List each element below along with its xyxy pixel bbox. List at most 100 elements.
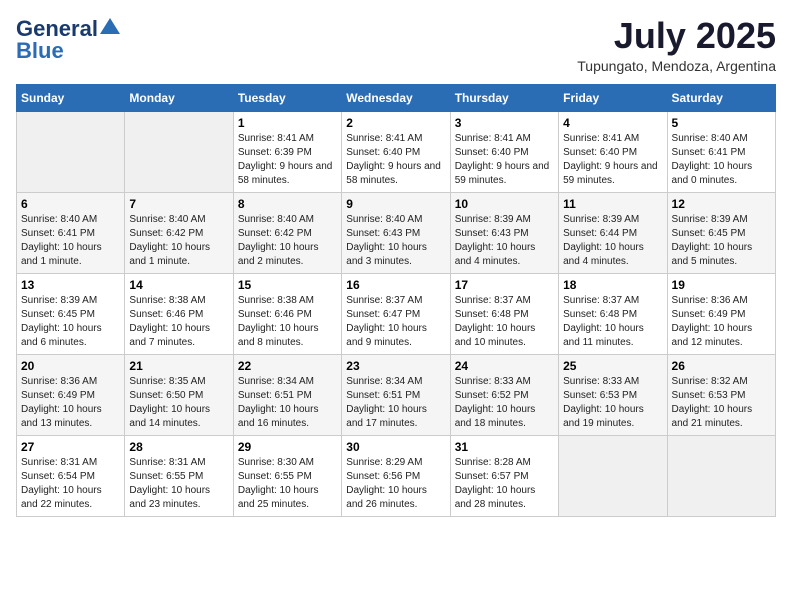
calendar-week-row: 20 Sunrise: 8:36 AMSunset: 6:49 PMDayligh… bbox=[17, 354, 776, 435]
day-number: 27 bbox=[21, 440, 120, 454]
day-info: Sunrise: 8:39 AMSunset: 6:44 PMDaylight:… bbox=[563, 213, 662, 269]
day-number: 10 bbox=[455, 197, 554, 211]
calendar-cell: 12 Sunrise: 8:39 AMSunset: 6:45 PMDayligh… bbox=[667, 192, 775, 273]
day-number: 14 bbox=[129, 278, 228, 292]
calendar-cell: 7 Sunrise: 8:40 AMSunset: 6:42 PMDaylight… bbox=[125, 192, 233, 273]
calendar-cell: 30 Sunrise: 8:29 AMSunset: 6:56 PMDayligh… bbox=[342, 435, 450, 516]
day-number: 9 bbox=[346, 197, 445, 211]
calendar-cell: 24 Sunrise: 8:33 AMSunset: 6:52 PMDayligh… bbox=[450, 354, 558, 435]
logo-blue: Blue bbox=[16, 38, 64, 64]
day-info: Sunrise: 8:31 AMSunset: 6:54 PMDaylight:… bbox=[21, 456, 120, 512]
day-number: 15 bbox=[238, 278, 337, 292]
day-number: 1 bbox=[238, 116, 337, 130]
calendar-cell: 8Sunrise: 8:40 AMSunset: 6:42 PMDaylight… bbox=[233, 192, 341, 273]
calendar-week-row: 13 Sunrise: 8:39 AMSunset: 6:45 PMDayligh… bbox=[17, 273, 776, 354]
calendar-cell bbox=[559, 435, 667, 516]
day-info: Sunrise: 8:39 AMSunset: 6:45 PMDaylight:… bbox=[21, 294, 120, 350]
calendar-cell: 29 Sunrise: 8:30 AMSunset: 6:55 PMDayligh… bbox=[233, 435, 341, 516]
calendar-cell: 17Sunrise: 8:37 AMSunset: 6:48 PMDayligh… bbox=[450, 273, 558, 354]
day-number: 16 bbox=[346, 278, 445, 292]
calendar-cell: 31 Sunrise: 8:28 AMSunset: 6:57 PMDayligh… bbox=[450, 435, 558, 516]
day-info: Sunrise: 8:32 AMSunset: 6:53 PMDaylight:… bbox=[672, 375, 771, 431]
calendar-cell: 16Sunrise: 8:37 AMSunset: 6:47 PMDayligh… bbox=[342, 273, 450, 354]
day-number: 12 bbox=[672, 197, 771, 211]
day-number: 24 bbox=[455, 359, 554, 373]
calendar-week-row: 27 Sunrise: 8:31 AMSunset: 6:54 PMDayligh… bbox=[17, 435, 776, 516]
day-number: 25 bbox=[563, 359, 662, 373]
calendar-cell: 15 Sunrise: 8:38 AMSunset: 6:46 PMDayligh… bbox=[233, 273, 341, 354]
day-info: Sunrise: 8:40 AMSunset: 6:41 PMDaylight:… bbox=[672, 132, 771, 188]
calendar-cell: 19Sunrise: 8:36 AMSunset: 6:49 PMDayligh… bbox=[667, 273, 775, 354]
calendar-table: SundayMondayTuesdayWednesdayThursdayFrid… bbox=[16, 84, 776, 517]
day-number: 26 bbox=[672, 359, 771, 373]
day-info: Sunrise: 8:41 AMSunset: 6:39 PMDaylight:… bbox=[238, 132, 337, 188]
day-number: 6 bbox=[21, 197, 120, 211]
calendar-cell: 18 Sunrise: 8:37 AMSunset: 6:48 PMDayligh… bbox=[559, 273, 667, 354]
calendar-cell: 14Sunrise: 8:38 AMSunset: 6:46 PMDayligh… bbox=[125, 273, 233, 354]
weekday-header: Saturday bbox=[667, 84, 775, 111]
calendar-cell: 10Sunrise: 8:39 AMSunset: 6:43 PMDayligh… bbox=[450, 192, 558, 273]
day-info: Sunrise: 8:40 AMSunset: 6:42 PMDaylight:… bbox=[129, 213, 228, 269]
day-info: Sunrise: 8:29 AMSunset: 6:56 PMDaylight:… bbox=[346, 456, 445, 512]
weekday-header-row: SundayMondayTuesdayWednesdayThursdayFrid… bbox=[17, 84, 776, 111]
day-number: 28 bbox=[129, 440, 228, 454]
weekday-header: Wednesday bbox=[342, 84, 450, 111]
day-number: 29 bbox=[238, 440, 337, 454]
day-info: Sunrise: 8:33 AMSunset: 6:53 PMDaylight:… bbox=[563, 375, 662, 431]
day-number: 5 bbox=[672, 116, 771, 130]
calendar-cell: 1 Sunrise: 8:41 AMSunset: 6:39 PMDaylight… bbox=[233, 111, 341, 192]
day-info: Sunrise: 8:36 AMSunset: 6:49 PMDaylight:… bbox=[21, 375, 120, 431]
location-title: Tupungato, Mendoza, Argentina bbox=[577, 58, 776, 74]
day-number: 19 bbox=[672, 278, 771, 292]
day-number: 20 bbox=[21, 359, 120, 373]
month-title: July 2025 bbox=[577, 16, 776, 56]
day-info: Sunrise: 8:34 AMSunset: 6:51 PMDaylight:… bbox=[238, 375, 337, 431]
day-info: Sunrise: 8:41 AMSunset: 6:40 PMDaylight:… bbox=[346, 132, 445, 188]
day-number: 2 bbox=[346, 116, 445, 130]
day-info: Sunrise: 8:28 AMSunset: 6:57 PMDaylight:… bbox=[455, 456, 554, 512]
weekday-header: Friday bbox=[559, 84, 667, 111]
calendar-cell: 27 Sunrise: 8:31 AMSunset: 6:54 PMDayligh… bbox=[17, 435, 125, 516]
day-info: Sunrise: 8:33 AMSunset: 6:52 PMDaylight:… bbox=[455, 375, 554, 431]
calendar-cell: 25 Sunrise: 8:33 AMSunset: 6:53 PMDayligh… bbox=[559, 354, 667, 435]
day-number: 7 bbox=[129, 197, 228, 211]
logo-icon bbox=[100, 18, 120, 34]
day-number: 13 bbox=[21, 278, 120, 292]
calendar-cell: 4Sunrise: 8:41 AMSunset: 6:40 PMDaylight… bbox=[559, 111, 667, 192]
calendar-cell: 22 Sunrise: 8:34 AMSunset: 6:51 PMDayligh… bbox=[233, 354, 341, 435]
day-number: 17 bbox=[455, 278, 554, 292]
weekday-header: Monday bbox=[125, 84, 233, 111]
calendar-cell: 2 Sunrise: 8:41 AMSunset: 6:40 PMDaylight… bbox=[342, 111, 450, 192]
day-number: 22 bbox=[238, 359, 337, 373]
calendar-week-row: 6Sunrise: 8:40 AMSunset: 6:41 PMDaylight… bbox=[17, 192, 776, 273]
day-number: 21 bbox=[129, 359, 228, 373]
calendar-cell: 3Sunrise: 8:41 AMSunset: 6:40 PMDaylight… bbox=[450, 111, 558, 192]
calendar-cell: 9Sunrise: 8:40 AMSunset: 6:43 PMDaylight… bbox=[342, 192, 450, 273]
calendar-cell: 26 Sunrise: 8:32 AMSunset: 6:53 PMDayligh… bbox=[667, 354, 775, 435]
calendar-cell: 28 Sunrise: 8:31 AMSunset: 6:55 PMDayligh… bbox=[125, 435, 233, 516]
title-section: July 2025 Tupungato, Mendoza, Argentina bbox=[577, 16, 776, 74]
day-info: Sunrise: 8:31 AMSunset: 6:55 PMDaylight:… bbox=[129, 456, 228, 512]
calendar-cell: 6Sunrise: 8:40 AMSunset: 6:41 PMDaylight… bbox=[17, 192, 125, 273]
calendar-cell: 11 Sunrise: 8:39 AMSunset: 6:44 PMDayligh… bbox=[559, 192, 667, 273]
day-number: 11 bbox=[563, 197, 662, 211]
day-info: Sunrise: 8:35 AMSunset: 6:50 PMDaylight:… bbox=[129, 375, 228, 431]
page-header: General Blue July 2025 Tupungato, Mendoz… bbox=[16, 16, 776, 74]
calendar-cell: 23Sunrise: 8:34 AMSunset: 6:51 PMDayligh… bbox=[342, 354, 450, 435]
day-info: Sunrise: 8:37 AMSunset: 6:48 PMDaylight:… bbox=[563, 294, 662, 350]
day-number: 30 bbox=[346, 440, 445, 454]
day-number: 18 bbox=[563, 278, 662, 292]
calendar-cell: 13 Sunrise: 8:39 AMSunset: 6:45 PMDayligh… bbox=[17, 273, 125, 354]
calendar-cell bbox=[125, 111, 233, 192]
day-number: 8 bbox=[238, 197, 337, 211]
day-info: Sunrise: 8:41 AMSunset: 6:40 PMDaylight:… bbox=[455, 132, 554, 188]
calendar-cell: 20 Sunrise: 8:36 AMSunset: 6:49 PMDayligh… bbox=[17, 354, 125, 435]
calendar-cell: 21 Sunrise: 8:35 AMSunset: 6:50 PMDayligh… bbox=[125, 354, 233, 435]
day-info: Sunrise: 8:30 AMSunset: 6:55 PMDaylight:… bbox=[238, 456, 337, 512]
calendar-cell bbox=[667, 435, 775, 516]
day-info: Sunrise: 8:39 AMSunset: 6:45 PMDaylight:… bbox=[672, 213, 771, 269]
day-number: 31 bbox=[455, 440, 554, 454]
day-info: Sunrise: 8:38 AMSunset: 6:46 PMDaylight:… bbox=[238, 294, 337, 350]
day-info: Sunrise: 8:41 AMSunset: 6:40 PMDaylight:… bbox=[563, 132, 662, 188]
calendar-cell bbox=[17, 111, 125, 192]
